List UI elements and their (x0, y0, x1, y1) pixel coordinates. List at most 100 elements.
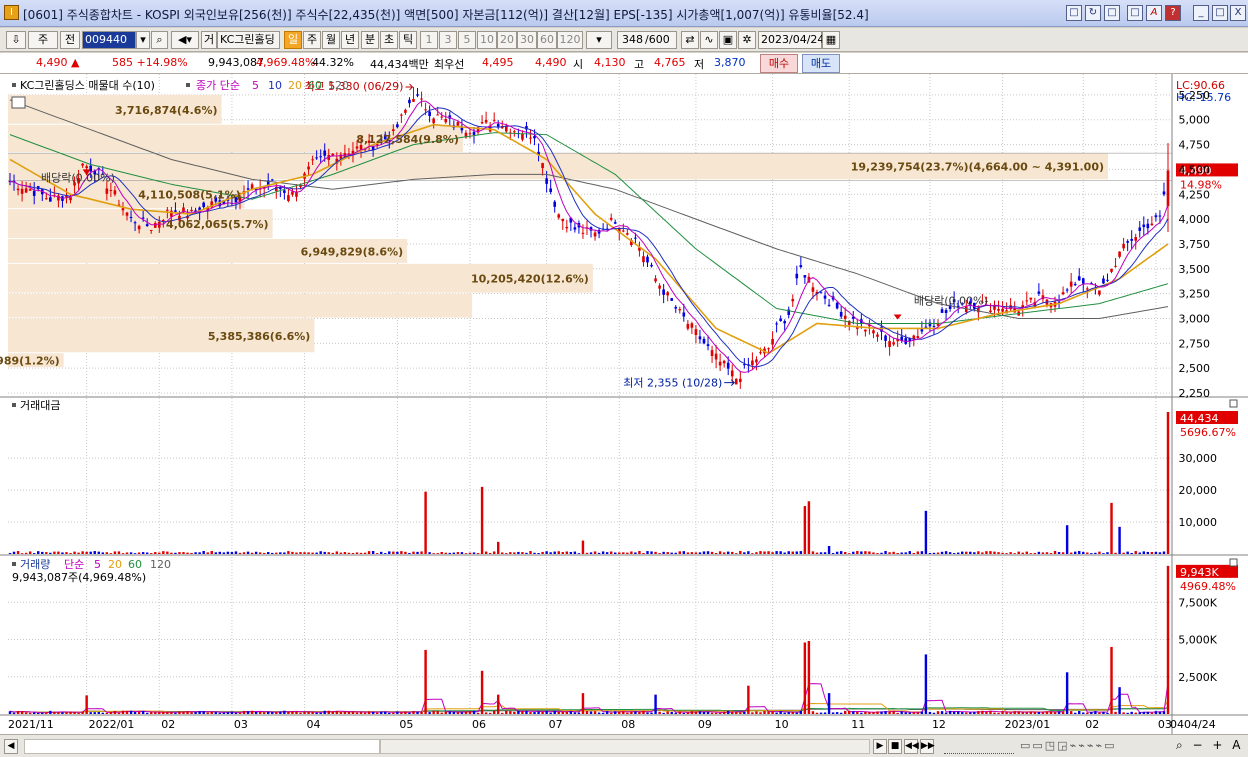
market-select[interactable]: 주 (28, 31, 58, 49)
volume-bar (944, 712, 948, 714)
font-button[interactable]: A (1146, 5, 1162, 21)
date-input[interactable]: 2023/04/24 (758, 31, 824, 49)
x-tick-label: 05 (399, 718, 413, 731)
save-icon[interactable]: ▣ (719, 31, 737, 49)
volume-bar (81, 711, 84, 714)
volume-bar (876, 711, 879, 714)
chart-area[interactable]: 951,989(1.2%) 5,385,386(6.6%) 10,205,420(1… (0, 74, 1248, 734)
volume-bar (618, 711, 621, 714)
volume-bar (392, 712, 395, 714)
candle-body (287, 195, 290, 201)
period-year-tab[interactable]: 년 (341, 31, 359, 49)
amount-bar (158, 552, 161, 554)
print-button[interactable]: □ (1127, 5, 1143, 21)
zoom-controls-icon[interactable]: ⌕ − + A (1176, 738, 1244, 755)
scroll-thumb[interactable] (24, 739, 380, 754)
stock-code-input[interactable]: 009440 (82, 31, 136, 49)
buy-button[interactable]: 매수 (760, 54, 798, 73)
search-icon[interactable]: ⌕ (151, 31, 168, 49)
volume-bar (113, 711, 117, 714)
volume-bar (49, 710, 52, 714)
minimize-button[interactable]: _ (1193, 5, 1209, 21)
minute-120-button[interactable]: 120 (557, 31, 583, 49)
volume-bar (379, 711, 383, 714)
amount-bar (319, 551, 322, 554)
code-dropdown-icon[interactable]: ▾ (136, 31, 150, 49)
scroll-left-icon[interactable]: ◀ (4, 739, 18, 754)
volume-bar (755, 711, 758, 714)
help-button[interactable]: ? (1165, 5, 1181, 21)
volume-bar (670, 711, 673, 714)
minute-1-button[interactable]: 1 (420, 31, 438, 49)
scope-select[interactable]: 전 (60, 31, 80, 49)
amount-bar (379, 551, 383, 554)
pin-icon[interactable]: ⇩ (6, 31, 26, 49)
volume-bar (1009, 712, 1012, 714)
stock-name-field[interactable]: KC그린홀딩 (217, 31, 280, 49)
volume-tick-label: 7,500K (1178, 596, 1217, 609)
amount-bar (702, 551, 706, 554)
minute-20-button[interactable]: 20 (497, 31, 517, 49)
volume-bar (396, 711, 399, 714)
minute-60-button[interactable]: 60 (537, 31, 557, 49)
amount-bar (246, 551, 250, 554)
volume-bar (1013, 711, 1016, 714)
sell-button[interactable]: 매도 (802, 54, 840, 73)
stock-chart[interactable]: 951,989(1.2%) 5,385,386(6.6%) 10,205,420(1… (0, 74, 1248, 734)
period-minute-tab[interactable]: 분 (361, 31, 379, 49)
custom-period-dropdown[interactable]: ▾ (586, 31, 612, 49)
period-second-tab[interactable]: 초 (380, 31, 398, 49)
period-week-tab[interactable]: 주 (303, 31, 321, 49)
amount-bar (311, 552, 314, 554)
amount-bar (868, 551, 871, 554)
minute-10-button[interactable]: 10 (477, 31, 497, 49)
name-prefix-button[interactable]: 거 (201, 31, 217, 49)
volume-bar (230, 711, 234, 714)
chart-tool-icon[interactable]: ⇄ (681, 31, 699, 49)
volume-bar (448, 711, 452, 714)
volume-bar (492, 710, 496, 714)
refresh-button[interactable]: ↻ (1085, 5, 1101, 21)
period-day-tab[interactable]: 일 (284, 31, 302, 49)
volume-bar (868, 712, 871, 714)
draw-tools-icon[interactable]: ▭▭◳◲⌁⌁⌁⌁▭ (1020, 739, 1170, 754)
turnover-rate: 44.32% (312, 56, 354, 69)
step-back-icon[interactable]: ◀◀ (904, 739, 919, 754)
volume-bar (61, 712, 64, 714)
window-link-button[interactable]: □ (1066, 5, 1082, 21)
amount-bar (440, 552, 443, 554)
volume-bar (783, 712, 786, 714)
amount-bar (856, 550, 859, 554)
scroll-bar[interactable]: ◀ ▶ ■ ◀◀ ▶▶ ▭▭◳◲⌁⌁⌁⌁▭ ⌕ − + A (0, 734, 1248, 757)
zoom-slider[interactable] (944, 739, 1014, 754)
close-button[interactable]: X (1230, 5, 1246, 21)
amount-bar (1166, 412, 1170, 554)
calendar-icon[interactable]: ▦ (822, 31, 840, 49)
volume-bar (908, 712, 911, 714)
stop-icon[interactable]: ■ (888, 739, 902, 754)
candle-body (1077, 276, 1081, 281)
period-tick-tab[interactable]: 틱 (399, 31, 417, 49)
amount-bar (537, 553, 540, 554)
period-month-tab[interactable]: 월 (322, 31, 340, 49)
amount-bar (614, 552, 617, 554)
step-forward-icon[interactable]: ▶▶ (920, 739, 935, 754)
screen-button[interactable]: □ (1104, 5, 1120, 21)
play-icon[interactable]: ▶ (873, 739, 887, 754)
sound-icon[interactable]: ◀▾ (171, 31, 199, 49)
volume-bar (307, 711, 310, 714)
scroll-track[interactable] (380, 739, 870, 754)
amount-bar (678, 551, 681, 554)
minute-30-button[interactable]: 30 (517, 31, 537, 49)
candle-body (1073, 283, 1077, 286)
count-input[interactable]: 348 (617, 31, 645, 49)
volume-bar (1005, 712, 1008, 714)
settings-icon[interactable]: ✲ (738, 31, 756, 49)
amount-bar (844, 552, 847, 554)
minute-3-button[interactable]: 3 (439, 31, 457, 49)
amount-bar (997, 552, 1000, 554)
chart-type-icon[interactable]: ∿ (700, 31, 718, 49)
x-tick-label: 2021/11 (8, 718, 54, 731)
minute-5-button[interactable]: 5 (458, 31, 476, 49)
maximize-button[interactable]: □ (1212, 5, 1228, 21)
